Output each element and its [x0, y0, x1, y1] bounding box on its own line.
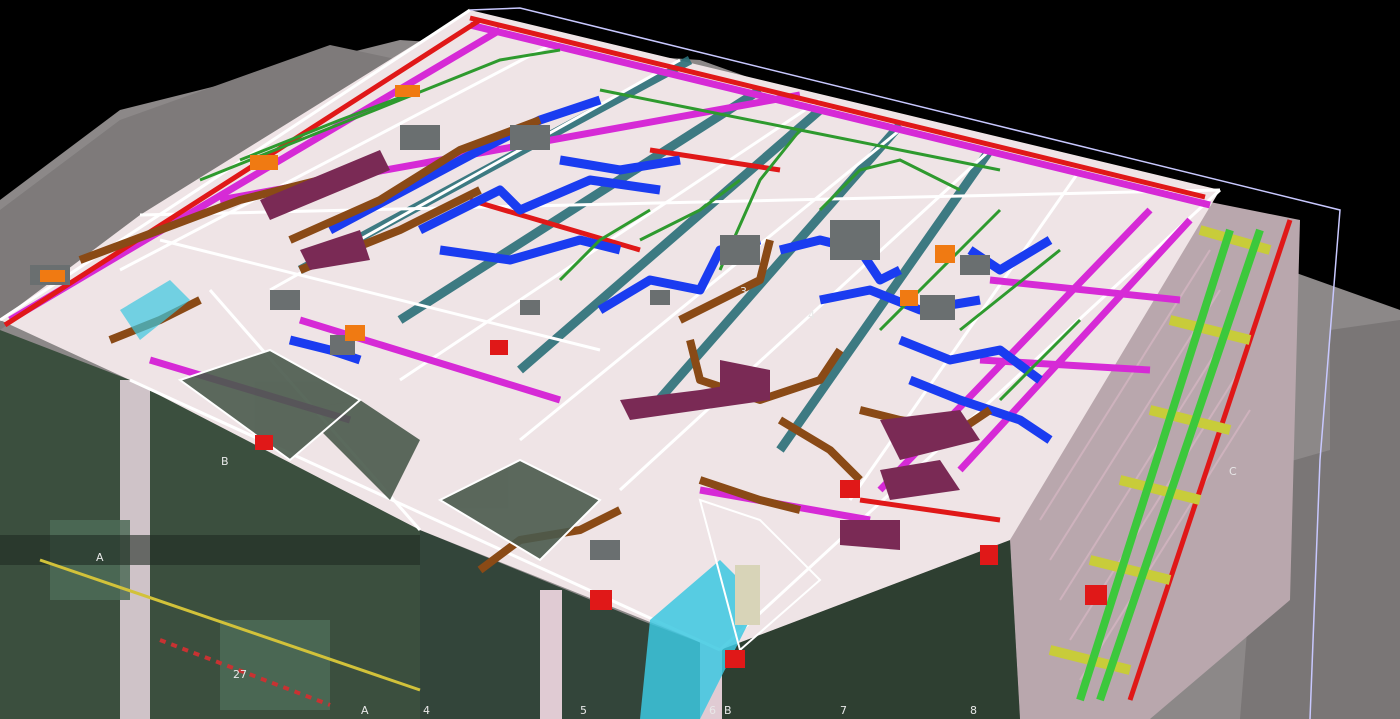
grid-label-4: 4: [808, 309, 815, 322]
grid-label-5: 5: [580, 704, 587, 717]
grid-label-3: 3: [740, 285, 747, 298]
3d-model-viewport[interactable]: B C A 3 4 5 6 B 7 8 A 4 27: [0, 0, 1400, 719]
grid-label-8: 8: [970, 704, 977, 717]
wall-dark-band: [0, 535, 420, 565]
grid-label-a-bottom: A: [361, 704, 369, 717]
grid-label-b-bottom: B: [724, 704, 732, 717]
grid-label-7: 7: [840, 704, 847, 717]
grid-label-4-bottom: 4: [423, 704, 430, 717]
mep-model-scene[interactable]: [0, 0, 1400, 719]
louvre-a2: [220, 620, 330, 710]
grid-label-6: 6: [709, 704, 716, 717]
grid-label-c: C: [1229, 465, 1237, 478]
grid-label-a: A: [96, 551, 104, 564]
grid-label-27: 27: [233, 668, 247, 681]
grid-label-b: B: [221, 455, 229, 468]
column-5: [540, 590, 562, 719]
